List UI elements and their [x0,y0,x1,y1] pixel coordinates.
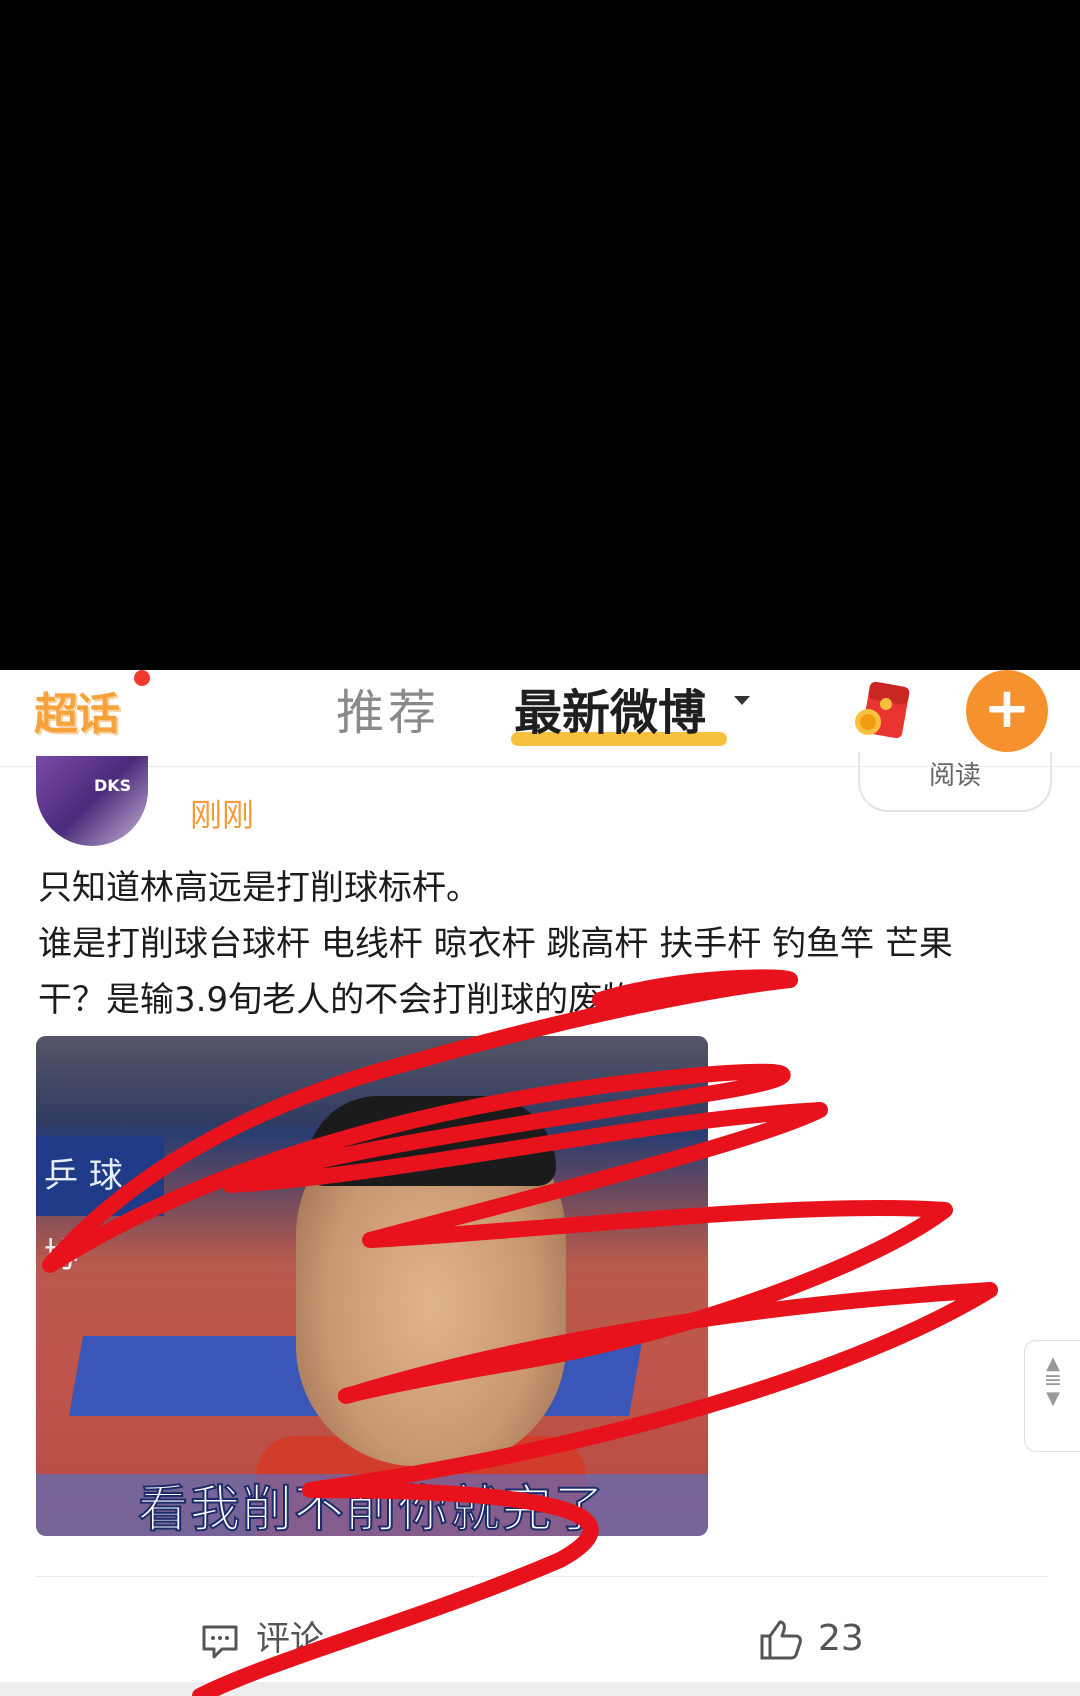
post-body-text: 只知道林高远是打削球标杆。 谁是打削球台球杆 电线杆 晾衣杆 跳高杆 扶手杆 钓… [38,860,1048,1028]
like-count: 23 [818,1618,864,1659]
weibo-post-card: DKS 刚刚 阅读 只知道林高远是打削球标杆。 谁是打削球台球杆 电线杆 晾衣杆… [0,752,1080,1696]
tab-latest-weibo[interactable]: 最新微博 [514,678,706,748]
scroll-handle[interactable]: ▲ ≡ ▼ [1024,1340,1080,1452]
post-text-line: 只知道林高远是打削球标杆。 [38,868,480,908]
compose-plus-button[interactable]: + [966,670,1048,752]
post-text-line: 干？是输3.9旬老人的不会打削球的废物 [38,980,637,1020]
scroll-down-icon: ▼ [1046,1388,1060,1409]
comment-icon [202,1625,238,1658]
bottom-edge [0,1682,1080,1696]
image-hair [306,1096,556,1186]
tab-recommended[interactable]: 推荐 [336,678,440,748]
read-button[interactable]: 阅读 [858,752,1052,812]
red-packet-icon[interactable] [852,678,914,742]
chaohua-logo[interactable]: 超话 [34,684,144,746]
image-caption: 看我削不削你就完了 [36,1474,708,1536]
avatar-shirt-text: DKS [94,776,132,795]
post-text-line: 谁是打削球台球杆 电线杆 晾衣杆 跳高杆 扶手杆 钓鱼竿 芒果 [38,924,953,964]
like-button[interactable]: 23 [758,1614,864,1664]
comment-label: 评论 [256,1619,324,1659]
drag-lines-icon: ≡ [1043,1368,1063,1393]
post-image[interactable]: 乒 球 协 看我削不削你就完了 [36,1036,708,1536]
divider [36,1576,1048,1577]
chevron-down-icon[interactable] [734,696,750,705]
post-timestamp: 刚刚 [190,796,255,834]
thumbs-up-icon [760,1620,802,1660]
notification-dot [134,670,150,686]
comment-button[interactable]: 评论 [200,1614,324,1664]
tab-latest-weibo-label: 最新微博 [514,685,707,741]
blacked-out-region [0,0,1080,670]
avatar[interactable]: DKS [36,756,148,846]
image-banner-text: 乒 球 协 [36,1136,164,1276]
